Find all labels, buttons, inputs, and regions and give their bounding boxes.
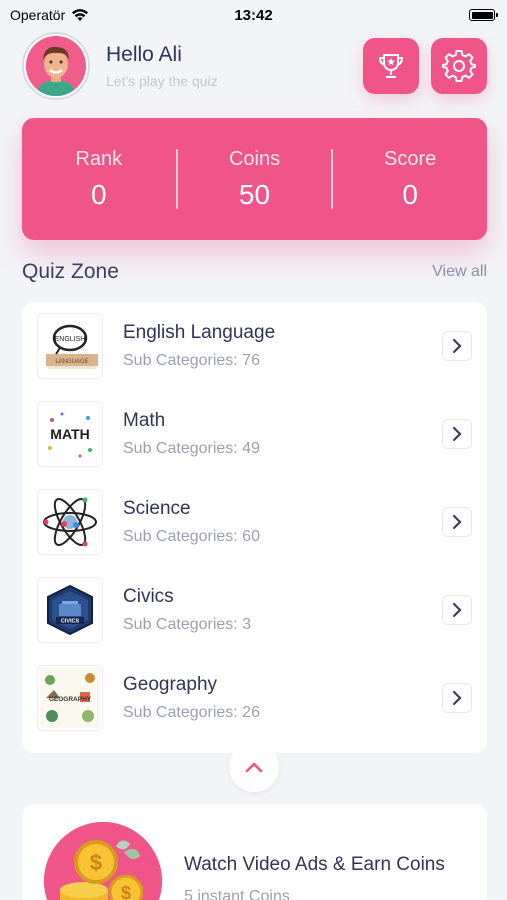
english-thumbnail: ENGLISH LANGUAGE: [37, 313, 103, 379]
geography-thumbnail-icon: GEOGRAPHY: [40, 668, 100, 728]
civics-badge-thumbnail: CIVICS: [37, 577, 103, 643]
category-subcount: Sub Categories: 49: [123, 440, 260, 457]
stats-card: Rank 0 Coins 50 Score 0: [22, 118, 487, 240]
chevron-up-icon: [245, 762, 263, 773]
category-title: Science: [123, 498, 191, 519]
science-atom-thumbnail: [37, 489, 103, 555]
battery-icon: [469, 9, 498, 21]
score-label: Score: [384, 147, 437, 170]
greeting-subtitle: Let's play the quiz: [106, 73, 218, 89]
open-category-button[interactable]: [442, 507, 472, 537]
svg-text:MATH: MATH: [50, 426, 89, 442]
quiz-zone-title: Quiz Zone: [22, 260, 119, 283]
trophy-icon: [378, 54, 404, 78]
open-category-button[interactable]: [442, 595, 472, 625]
chevron-right-icon: [452, 514, 462, 530]
category-subcount: Sub Categories: 60: [123, 528, 260, 545]
math-thumbnail-icon: MATH: [40, 404, 100, 464]
clock: 13:42: [234, 6, 273, 24]
quiz-zone-header: Quiz Zone View all: [22, 260, 487, 284]
open-category-button[interactable]: [442, 331, 472, 361]
category-title: English Language: [123, 322, 276, 343]
carrier-label: Operatör: [10, 7, 66, 23]
category-row-civics[interactable]: CIVICS Civics Sub Categories: 3: [22, 566, 487, 654]
chevron-right-icon: [452, 426, 462, 442]
category-subcount: Sub Categories: 26: [123, 704, 260, 721]
status-bar: Operatör 13:42: [0, 0, 507, 30]
score-stat: Score 0: [333, 148, 487, 211]
settings-button[interactable]: [431, 38, 487, 94]
english-thumbnail-icon: ENGLISH LANGUAGE: [40, 316, 100, 376]
category-title: Civics: [123, 586, 174, 607]
header: Hello Ali Let's play the quiz: [22, 32, 487, 100]
wifi-icon: [72, 9, 89, 21]
svg-text:GEOGRAPHY: GEOGRAPHY: [49, 696, 92, 703]
atom-icon: [40, 492, 100, 552]
open-category-button[interactable]: [442, 683, 472, 713]
coins-stat: Coins 50: [178, 148, 332, 211]
watch-ads-title: Watch Video Ads & Earn Coins: [184, 854, 445, 875]
greeting-title: Hello Ali: [106, 43, 182, 66]
rank-label: Rank: [75, 147, 123, 170]
coins-stack-icon: $ $: [44, 822, 162, 900]
chevron-right-icon: [452, 602, 462, 618]
civics-badge-icon: CIVICS: [40, 580, 100, 640]
svg-text:CIVICS: CIVICS: [61, 619, 80, 625]
watch-ads-card[interactable]: $ $ Watch Video Ads & Earn Coins 5 insta…: [22, 804, 487, 900]
watch-ads-subtitle: 5 instant Coins: [184, 888, 290, 900]
score-value: 0: [402, 178, 418, 210]
chevron-right-icon: [452, 690, 462, 706]
category-row-science[interactable]: Science Sub Categories: 60: [22, 478, 487, 566]
chevron-right-icon: [452, 338, 462, 354]
coins-illustration: $ $: [44, 822, 162, 900]
category-title: Geography: [123, 674, 218, 695]
view-all-link[interactable]: View all: [432, 263, 487, 281]
category-row-english[interactable]: ENGLISH LANGUAGE English Language Sub Ca…: [22, 302, 487, 390]
avatar[interactable]: [22, 32, 90, 100]
collapse-list-button[interactable]: [229, 742, 279, 792]
category-list: ENGLISH LANGUAGE English Language Sub Ca…: [22, 302, 487, 753]
category-subcount: Sub Categories: 3: [123, 616, 252, 633]
geography-thumbnail: GEOGRAPHY: [37, 665, 103, 731]
svg-text:LANGUAGE: LANGUAGE: [55, 359, 88, 365]
leaderboard-button[interactable]: [363, 38, 419, 94]
svg-text:$: $: [90, 850, 102, 875]
coins-value: 50: [238, 178, 271, 210]
category-title: Math: [123, 410, 166, 431]
math-thumbnail: MATH: [37, 401, 103, 467]
svg-text:ENGLISH: ENGLISH: [55, 336, 86, 343]
rank-value: 0: [91, 178, 107, 210]
category-row-geography[interactable]: GEOGRAPHY Geography Sub Categories: 26: [22, 654, 487, 742]
open-category-button[interactable]: [442, 419, 472, 449]
gear-icon: [442, 50, 476, 82]
coins-label: Coins: [228, 147, 281, 170]
user-avatar-icon: [26, 36, 86, 96]
category-subcount: Sub Categories: 76: [123, 352, 260, 369]
category-row-math[interactable]: MATH Math Sub Categories: 49: [22, 390, 487, 478]
svg-text:$: $: [121, 883, 131, 900]
rank-stat: Rank 0: [22, 148, 176, 211]
